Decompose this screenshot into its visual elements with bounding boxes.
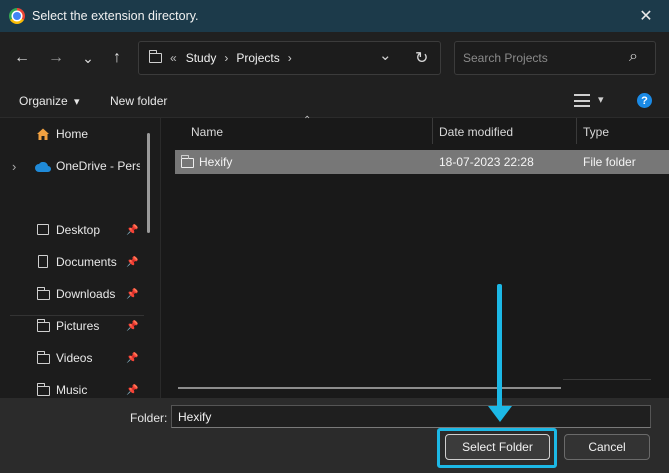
pin-icon: 📌 bbox=[126, 224, 139, 236]
folder-icon bbox=[36, 383, 50, 396]
pin-icon: 📌 bbox=[126, 320, 139, 332]
sidebar-item-documents[interactable]: Documents 📌 bbox=[0, 248, 146, 276]
breadcrumb-separator-icon[interactable]: › bbox=[288, 51, 292, 65]
organize-label: Organize bbox=[19, 94, 68, 108]
column-divider[interactable] bbox=[576, 118, 577, 144]
window-title: Select the extension directory. bbox=[32, 9, 199, 23]
overflow-chevron-icon[interactable]: « bbox=[170, 51, 177, 65]
new-folder-button[interactable]: New folder bbox=[110, 94, 167, 108]
scrollbar-track bbox=[563, 379, 651, 380]
recent-locations-button[interactable]: ⌄ bbox=[76, 46, 100, 70]
navigation-pane: Home › OneDrive - Perso Desktop 📌 Docume… bbox=[0, 118, 160, 398]
sidebar-item-videos[interactable]: Videos 📌 bbox=[0, 344, 146, 372]
sidebar-item-desktop[interactable]: Desktop 📌 bbox=[0, 216, 146, 244]
cancel-button[interactable]: Cancel bbox=[564, 434, 650, 460]
document-icon bbox=[38, 255, 48, 268]
sidebar-item-label: Downloads bbox=[56, 287, 116, 301]
file-type: File folder bbox=[583, 155, 636, 169]
sidebar-scrollbar[interactable] bbox=[147, 133, 150, 233]
column-header-type[interactable]: Type bbox=[583, 118, 609, 146]
sidebar-item-onedrive[interactable]: › OneDrive - Perso bbox=[0, 152, 146, 180]
folder-icon bbox=[36, 351, 50, 364]
title-bar: Select the extension directory. ✕ bbox=[0, 0, 669, 32]
sidebar-item-label: Home bbox=[56, 127, 89, 141]
up-button[interactable]: ↑ bbox=[105, 46, 129, 70]
column-header-name[interactable]: Name bbox=[191, 118, 223, 146]
horizontal-scrollbar[interactable] bbox=[178, 387, 561, 389]
view-options-icon[interactable] bbox=[574, 94, 590, 107]
file-list: Name ⌃ Date modified Type Hexify 18-07-2… bbox=[161, 115, 669, 398]
address-dropdown-icon[interactable]: ⌄ bbox=[379, 46, 392, 64]
view-caret-icon[interactable]: ▾ bbox=[598, 93, 604, 106]
organize-button[interactable]: Organize ▾ bbox=[19, 94, 80, 108]
back-button[interactable]: ← bbox=[10, 46, 34, 70]
annotation-arrow-head-icon bbox=[488, 406, 512, 422]
column-header-date[interactable]: Date modified bbox=[439, 118, 513, 146]
table-row[interactable]: Hexify 18-07-2023 22:28 File folder bbox=[175, 150, 669, 174]
folder-label: Folder: bbox=[130, 411, 168, 425]
column-divider[interactable] bbox=[432, 118, 433, 144]
pin-icon: 📌 bbox=[126, 352, 139, 364]
breadcrumb-separator-icon: › bbox=[224, 51, 229, 65]
expand-chevron-icon[interactable]: › bbox=[12, 159, 16, 174]
folder-icon bbox=[36, 287, 50, 300]
search-icon[interactable]: ⌕ bbox=[629, 48, 638, 66]
sidebar-item-label: Pictures bbox=[56, 319, 100, 333]
forward-button[interactable]: → bbox=[44, 46, 68, 70]
sidebar-item-music[interactable]: Music 📌 bbox=[0, 376, 146, 398]
pin-icon: 📌 bbox=[126, 256, 139, 268]
annotation-arrow-shaft bbox=[497, 284, 502, 411]
sidebar-item-label: Music bbox=[56, 383, 88, 397]
sidebar-item-label: Desktop bbox=[56, 223, 101, 237]
sidebar-item-downloads[interactable]: Downloads 📌 bbox=[0, 280, 146, 308]
close-button[interactable]: ✕ bbox=[623, 0, 669, 32]
search-input[interactable] bbox=[463, 50, 623, 66]
sidebar-item-home[interactable]: Home bbox=[0, 120, 146, 148]
pin-icon: 📌 bbox=[126, 288, 139, 300]
sidebar-item-label: Videos bbox=[56, 351, 93, 365]
folder-name-input[interactable] bbox=[171, 405, 651, 428]
chrome-icon bbox=[9, 8, 25, 24]
organize-caret-icon: ▾ bbox=[74, 96, 80, 108]
sidebar-item-label: OneDrive - Perso bbox=[56, 159, 140, 173]
search-box[interactable]: ⌕ bbox=[454, 41, 656, 75]
file-name: Hexify bbox=[199, 155, 233, 169]
file-date: 18-07-2023 22:28 bbox=[439, 155, 534, 169]
cloud-icon bbox=[35, 161, 51, 172]
home-icon bbox=[36, 127, 50, 141]
pin-icon: 📌 bbox=[126, 384, 139, 396]
desktop-icon bbox=[37, 224, 49, 235]
sidebar-item-label: Documents bbox=[56, 255, 117, 269]
help-icon[interactable]: ? bbox=[637, 93, 652, 108]
dialog-footer: Folder: Select Folder Cancel bbox=[0, 398, 669, 473]
folder-icon bbox=[36, 319, 50, 332]
refresh-icon[interactable]: ↻ bbox=[415, 48, 428, 68]
folder-icon bbox=[180, 155, 194, 168]
command-toolbar: Organize ▾ New folder ▾ ? bbox=[0, 84, 669, 118]
sidebar-item-pictures[interactable]: Pictures 📌 bbox=[0, 312, 146, 340]
select-folder-button[interactable]: Select Folder bbox=[445, 434, 550, 460]
folder-icon bbox=[148, 50, 162, 63]
breadcrumb-projects[interactable]: Projects bbox=[236, 51, 279, 65]
address-bar[interactable]: « Study › Projects › ⌄ ↻ bbox=[138, 41, 441, 75]
sort-ascending-icon: ⌃ bbox=[303, 115, 312, 126]
breadcrumb-study[interactable]: Study bbox=[186, 51, 217, 65]
